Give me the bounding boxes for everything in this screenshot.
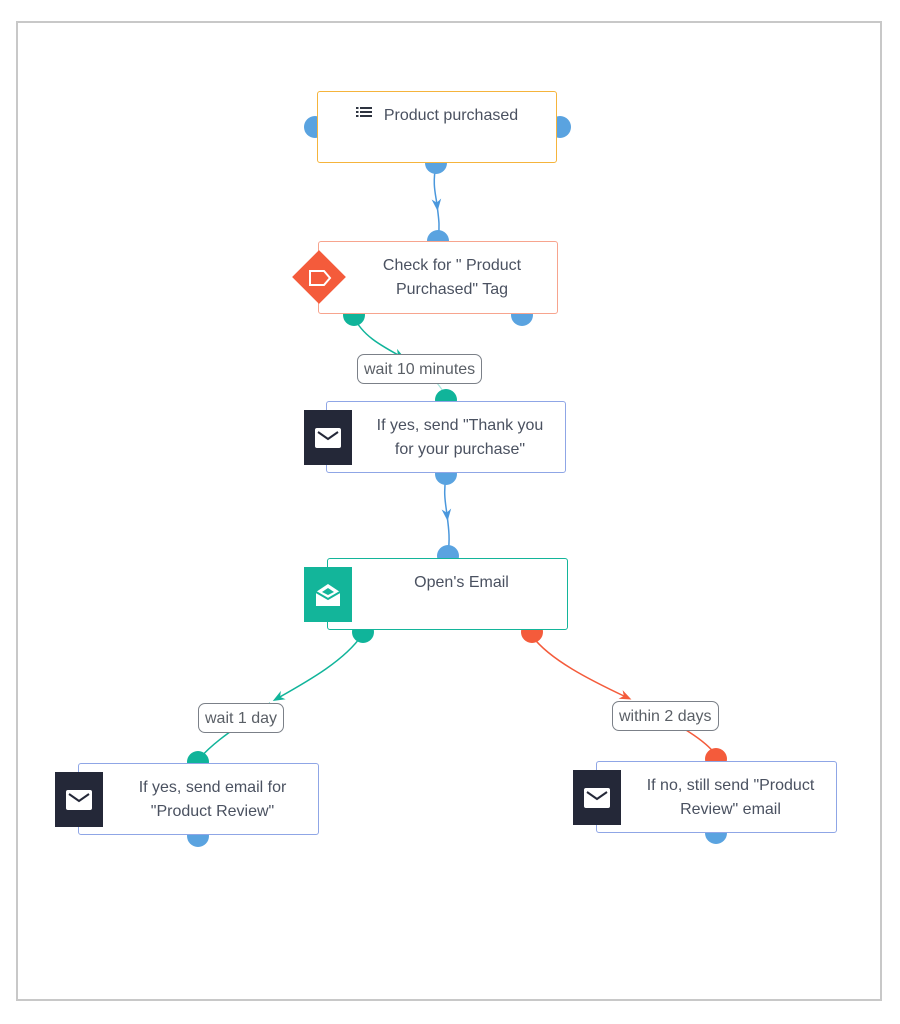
node-label-line1: If yes, send "Thank you bbox=[376, 417, 544, 434]
node-label-line2: Purchased" Tag bbox=[395, 281, 509, 298]
open-envelope-icon bbox=[315, 583, 341, 606]
node-thank-you-email[interactable]: If yes, send "Thank you for your purchas… bbox=[326, 401, 566, 473]
node-check-tag[interactable]: Check for " Product Purchased" Tag bbox=[318, 241, 558, 314]
envelope-icon bbox=[584, 787, 610, 808]
node-review-yes-email[interactable]: If yes, send email for "Product Review" bbox=[78, 763, 319, 835]
node-label-line1: If yes, send email for bbox=[138, 779, 287, 796]
edge-label-wait-1-day[interactable]: wait 1 day bbox=[198, 703, 285, 733]
open-envelope-icon-box bbox=[304, 567, 352, 622]
envelope-icon bbox=[315, 427, 341, 448]
node-label: Product purchased bbox=[383, 107, 519, 125]
envelope-icon-box bbox=[55, 772, 103, 827]
edge-label-within-2-days[interactable]: within 2 days bbox=[612, 701, 719, 731]
envelope-icon-box bbox=[573, 770, 621, 825]
edge-label-wait-10-minutes[interactable]: wait 10 minutes bbox=[357, 354, 483, 384]
envelope-icon-box bbox=[304, 410, 352, 465]
node-label-line1: Check for " Product bbox=[382, 257, 522, 274]
envelope-icon bbox=[66, 789, 92, 810]
node-label-line2: for your purchase" bbox=[394, 441, 526, 458]
node-label-line2: "Product Review" bbox=[150, 803, 275, 820]
node-opens-email[interactable]: Open's Email bbox=[327, 558, 568, 630]
node-product-purchased[interactable]: Product purchased bbox=[317, 91, 557, 163]
list-icon bbox=[355, 104, 372, 128]
canvas-frame bbox=[16, 21, 882, 1001]
node-label-line1: If no, still send "Product bbox=[646, 777, 815, 794]
node-review-no-email[interactable]: If no, still send "Product Review" email bbox=[596, 761, 837, 833]
node-label: Open's Email bbox=[414, 574, 509, 591]
tag-icon bbox=[309, 270, 332, 286]
node-label-line2: Review" email bbox=[680, 801, 781, 818]
